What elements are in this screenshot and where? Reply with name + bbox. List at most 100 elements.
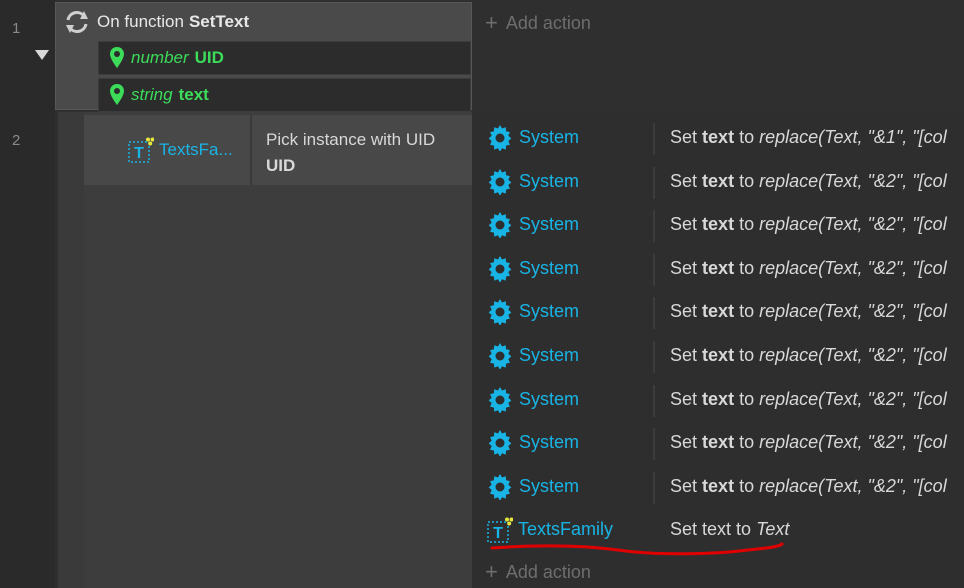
action-text: Set text to replace(Text, "&2", "[col <box>670 476 947 497</box>
action-separator <box>653 254 655 286</box>
action-object-name: System <box>519 476 580 496</box>
action-set-word: Set <box>670 345 698 365</box>
condition-object[interactable]: T TextsFa... <box>128 137 233 163</box>
condition-separator <box>250 115 252 185</box>
add-action-button[interactable]: + Add action <box>485 10 591 36</box>
param-uid[interactable]: number UID <box>98 41 471 75</box>
action-set-text[interactable]: System Set text to replace(Text, "&2", "[… <box>472 160 964 203</box>
action-text: Set text to replace(Text, "&2", "[col <box>670 171 947 192</box>
map-pin-icon <box>110 47 124 68</box>
action-to-word: to <box>739 127 755 147</box>
action-expression: replace(Text, "&2", "[col <box>759 301 947 321</box>
param-name: UID <box>194 48 224 67</box>
action-text: Set text to replace(Text, "&1", "[col <box>670 127 947 148</box>
action-text: Set text to replace(Text, "&2", "[col <box>670 301 947 322</box>
condition-text: Pick instance with UID UID <box>266 127 435 179</box>
action-set-word: Set <box>670 258 698 278</box>
action-object-name: System <box>519 389 580 409</box>
action-separator <box>653 341 655 373</box>
action-text: Set text to replace(Text, "&2", "[col <box>670 389 947 410</box>
action-expression: replace(Text, "&2", "[col <box>759 214 947 234</box>
action-expression: replace(Text, "&2", "[col <box>759 476 947 496</box>
action-set-text[interactable]: System Set text to replace(Text, "&1", "[… <box>472 116 964 159</box>
action-set-word: Set <box>670 389 698 409</box>
condition-pick-by-uid[interactable]: T TextsFa... Pick instance with UID UID <box>84 115 472 185</box>
action-variable: text <box>702 258 735 278</box>
action-variable: text <box>702 345 735 365</box>
action-object-name: System <box>519 171 580 191</box>
plus-icon: + <box>485 559 498 584</box>
event-number-1: 1 <box>12 20 21 37</box>
action-object[interactable]: System <box>472 168 654 195</box>
event-number-2: 2 <box>12 132 21 149</box>
action-object[interactable]: System <box>472 298 654 325</box>
add-action-button[interactable]: + Add action <box>485 559 591 585</box>
action-separator <box>653 297 655 329</box>
action-expression: replace(Text, "&2", "[col <box>759 432 947 452</box>
action-variable: text <box>702 432 735 452</box>
action-separator <box>653 428 655 460</box>
action-text: Set text to replace(Text, "&2", "[col <box>670 432 947 453</box>
action-set-word: Set <box>670 214 698 234</box>
gear-icon <box>488 168 512 195</box>
action-object[interactable]: System <box>472 211 654 238</box>
line-gutter <box>0 0 55 588</box>
action-variable: text <box>702 214 735 234</box>
action-separator <box>653 472 655 504</box>
function-refresh-icon <box>66 11 88 33</box>
action-set-text[interactable]: System Set text to replace(Text, "&2", "[… <box>472 421 964 464</box>
action-to-word: to <box>739 258 755 278</box>
gear-icon <box>488 211 512 238</box>
action-object-name: System <box>519 258 580 278</box>
action-variable: text <box>702 301 735 321</box>
action-to-word: to <box>739 389 755 409</box>
action-to-word: to <box>739 301 755 321</box>
action-text: Set text to replace(Text, "&2", "[col <box>670 258 947 279</box>
action-object[interactable]: System <box>472 342 654 369</box>
collapse-toggle-icon[interactable] <box>35 50 49 60</box>
action-set-word: Set <box>670 301 698 321</box>
action-set-text[interactable]: System Set text to replace(Text, "&2", "[… <box>472 247 964 290</box>
function-name: SetText <box>188 12 250 31</box>
red-underline-annotation <box>490 542 784 556</box>
action-set-text[interactable]: System Set text to replace(Text, "&2", "[… <box>472 334 964 377</box>
action-set-word: Set <box>670 127 698 147</box>
action-object[interactable]: System <box>472 473 654 500</box>
action-to-word: to <box>739 345 755 365</box>
gear-icon <box>488 124 512 151</box>
param-type: number <box>131 48 189 67</box>
add-action-label: Add action <box>505 12 591 33</box>
action-set-word: Set <box>670 476 698 496</box>
action-variable: text <box>702 476 735 496</box>
action-object[interactable]: System <box>472 255 654 282</box>
action-set-text[interactable]: System Set text to replace(Text, "&2", "[… <box>472 378 964 421</box>
action-object[interactable]: System <box>472 429 654 456</box>
action-set-text[interactable]: System Set text to replace(Text, "&2", "[… <box>472 290 964 333</box>
action-separator <box>653 210 655 242</box>
param-type: string <box>131 85 173 104</box>
action-set-word: Set <box>670 432 698 452</box>
condition-description: Pick instance with UID <box>266 130 436 149</box>
action-object[interactable]: System <box>472 124 654 151</box>
action-variable: text <box>702 171 735 191</box>
action-separator <box>653 123 655 155</box>
function-header: On function SetText <box>63 9 249 35</box>
param-name: text <box>178 85 209 104</box>
action-expression: replace(Text, "&2", "[col <box>759 389 947 409</box>
action-set-text[interactable]: System Set text to replace(Text, "&2", "[… <box>472 465 964 508</box>
gear-icon <box>488 473 512 500</box>
param-text[interactable]: string text <box>98 78 471 112</box>
function-event-block[interactable]: On function SetText number UID string te… <box>55 2 472 112</box>
action-set-text[interactable]: System Set text to replace(Text, "&2", "[… <box>472 203 964 246</box>
event-2-margin[interactable] <box>58 112 85 588</box>
action-expression: replace(Text, "&2", "[col <box>759 258 947 278</box>
action-set-word: Set <box>670 171 698 191</box>
action-expression: replace(Text, "&2", "[col <box>759 171 947 191</box>
action-to-word: to <box>739 171 755 191</box>
action-text: Set text to replace(Text, "&2", "[col <box>670 345 947 366</box>
action-expression: replace(Text, "&1", "[col <box>759 127 947 147</box>
action-to-word: to <box>739 476 755 496</box>
action-object[interactable]: System <box>472 386 654 413</box>
text-family-icon: T <box>128 137 154 163</box>
gear-icon <box>488 342 512 369</box>
